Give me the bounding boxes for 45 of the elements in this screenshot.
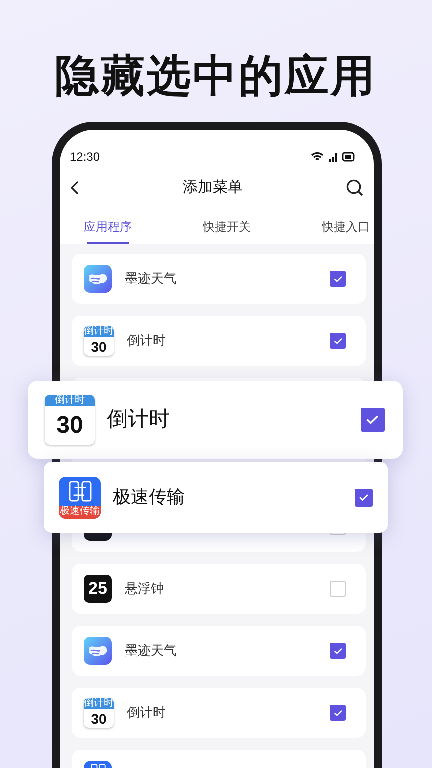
phones-icon [68, 480, 92, 502]
app-row[interactable]: 墨迹天气 [72, 626, 366, 676]
signal-icon [328, 152, 338, 162]
cloud-icon [84, 265, 112, 293]
app-row[interactable]: 墨迹天气 [72, 254, 366, 304]
app-name: 倒计时 [127, 704, 166, 722]
icon-number: 25 [88, 578, 108, 600]
app-name: 倒计时 [107, 407, 170, 434]
checkbox[interactable] [361, 408, 385, 432]
page-title: 添加菜单 [183, 178, 243, 198]
app-name: 墨迹天气 [125, 270, 177, 288]
check-icon [366, 415, 380, 425]
icon-caption: 倒计时 [84, 326, 114, 337]
icon-caption: 倒计时 [84, 698, 114, 709]
app-name: 倒计时 [127, 332, 166, 350]
check-icon [334, 276, 342, 282]
wifi-icon [311, 152, 324, 162]
check-icon [334, 710, 342, 716]
checkbox[interactable] [355, 488, 373, 506]
icon-number: 30 [56, 410, 84, 440]
checkbox[interactable] [330, 705, 346, 721]
check-icon [359, 494, 369, 502]
icon-number: 30 [90, 338, 108, 356]
icon-caption: 倒计时 [45, 395, 95, 406]
app-name: 极速传输 [113, 486, 185, 509]
app-name: 悬浮钟 [125, 580, 164, 598]
checkbox[interactable] [330, 333, 346, 349]
back-button[interactable] [70, 180, 80, 196]
headline: 隐藏选中的应用 [54, 51, 378, 103]
icon-number: 30 [90, 710, 108, 728]
tab[interactable]: 快捷入口 [322, 212, 370, 244]
battery-icon [342, 152, 356, 162]
checkbox[interactable] [330, 581, 346, 597]
app-name: 墨迹天气 [125, 642, 177, 660]
checkbox[interactable] [330, 643, 346, 659]
cloud-icon [84, 637, 112, 665]
search-button[interactable] [346, 179, 364, 197]
tab[interactable]: 应用程序 [84, 212, 132, 244]
check-icon [334, 648, 342, 654]
app-row[interactable]: 25 悬浮钟 [72, 564, 366, 614]
tab[interactable]: 快捷开关 [203, 212, 251, 244]
checkbox[interactable] [330, 271, 346, 287]
icon-caption: 极速传输 [59, 506, 101, 518]
status-time: 12:30 [70, 149, 100, 166]
check-icon [334, 338, 342, 344]
